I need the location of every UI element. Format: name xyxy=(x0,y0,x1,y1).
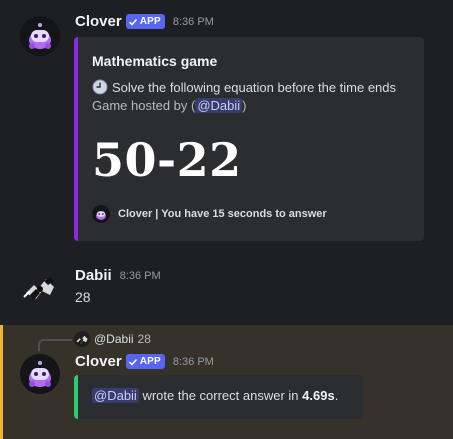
author-name[interactable]: Dabii xyxy=(75,267,112,284)
mention-dabii[interactable]: @Dabii xyxy=(92,388,139,403)
message-header: Clover APP 8:36 PM xyxy=(75,13,214,30)
reply-user[interactable]: @Dabii xyxy=(94,332,134,346)
clover-avatar[interactable] xyxy=(20,354,60,394)
timestamp[interactable]: 8:36 PM xyxy=(173,16,214,28)
clover-avatar[interactable] xyxy=(20,16,60,56)
verified-check-icon xyxy=(128,358,137,366)
verified-check-icon xyxy=(128,18,137,26)
embed-host-line: Game hosted by (@Dabii) xyxy=(92,98,247,113)
embed-title: Mathematics game xyxy=(92,53,218,69)
message-header: Dabii 8:36 PM xyxy=(75,267,161,284)
host-suffix: ) xyxy=(242,98,247,113)
embed-end: . xyxy=(334,388,339,403)
badge-label: APP xyxy=(139,356,161,367)
clover-bot-icon xyxy=(20,16,60,56)
correct-answer-embed: @Dabii wrote the correct answer in 4.69s… xyxy=(74,375,363,419)
author-name[interactable]: Clover xyxy=(75,13,122,30)
dabii-avatar[interactable] xyxy=(20,267,60,307)
embed-message: wrote the correct answer in xyxy=(142,388,299,403)
embed-footer: Clover | You have 15 seconds to answer xyxy=(92,205,327,223)
app-badge: APP xyxy=(125,14,165,29)
message-header: Clover APP 8:36 PM xyxy=(75,353,214,370)
embed-description: Solve the following equation before the … xyxy=(92,79,396,95)
description-text: Solve the following equation before the … xyxy=(112,79,397,95)
clover-footer-icon xyxy=(92,205,110,223)
badge-label: APP xyxy=(139,16,161,27)
app-badge: APP xyxy=(125,354,165,369)
timestamp[interactable]: 8:36 PM xyxy=(120,270,161,282)
clock-icon xyxy=(92,79,108,95)
reply-connector xyxy=(38,339,72,351)
reply-avatar xyxy=(74,331,90,347)
embed-text: @Dabii wrote the correct answer in 4.69s… xyxy=(92,388,338,403)
reply-text: 28 xyxy=(137,332,151,346)
clover-bot-icon xyxy=(20,354,60,394)
reply-preview[interactable]: @Dabii 28 xyxy=(74,331,151,347)
math-game-embed: Mathematics game Solve the following equ… xyxy=(74,37,424,241)
timestamp[interactable]: 8:36 PM xyxy=(173,356,214,368)
host-prefix: Game hosted by ( xyxy=(92,98,196,113)
dabii-avatar-icon xyxy=(23,277,54,300)
equation-text: 50-22 xyxy=(92,133,242,187)
author-name[interactable]: Clover xyxy=(75,353,122,370)
footer-text: Clover | You have 15 seconds to answer xyxy=(118,208,327,220)
mention-dabii[interactable]: @Dabii xyxy=(195,98,243,113)
answer-time: 4.69s xyxy=(302,388,335,403)
message-content: 28 xyxy=(75,289,91,305)
